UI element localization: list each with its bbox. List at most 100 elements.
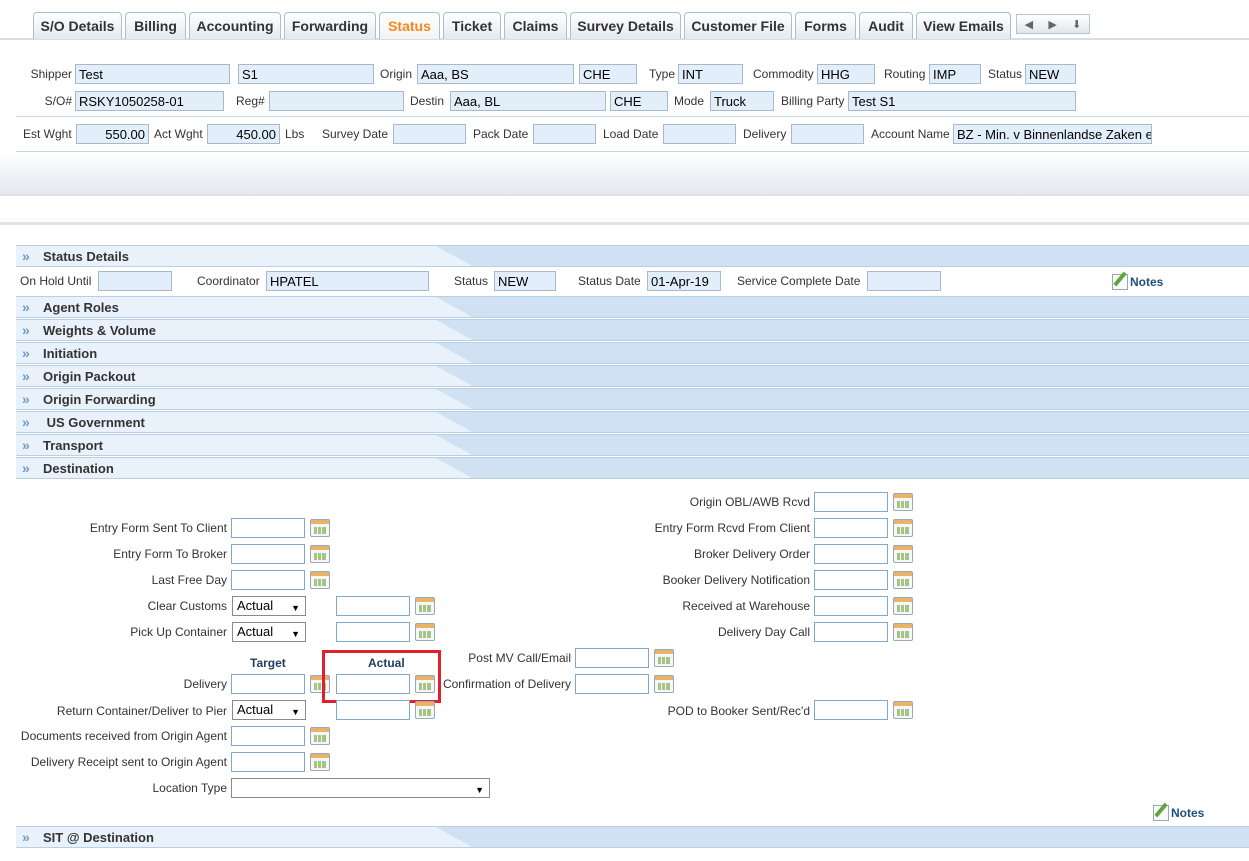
section-title: Transport — [43, 438, 103, 453]
prev-tab-icon[interactable]: ◀ — [1025, 18, 1033, 31]
status-detail-field[interactable]: NEW — [494, 271, 556, 291]
entry-form-broker-input[interactable] — [231, 544, 305, 564]
section-us-government[interactable]: » US Government — [16, 411, 1249, 433]
tab-ticket[interactable]: Ticket — [443, 12, 501, 39]
calendar-icon[interactable] — [310, 727, 330, 745]
post-mv-call-input[interactable] — [575, 648, 649, 668]
calendar-icon[interactable] — [893, 597, 913, 615]
section-sit-destination[interactable]: » SIT @ Destination — [16, 826, 1249, 848]
calendar-icon[interactable] — [415, 623, 435, 641]
entry-form-sent-input[interactable] — [231, 518, 305, 538]
docs-received-input[interactable] — [231, 726, 305, 746]
return-container-select[interactable]: Actual ▼ — [232, 700, 306, 720]
post-mv-call-label: Post MV Call/Email — [468, 651, 571, 665]
return-container-label: Return Container/Deliver to Pier — [56, 704, 227, 718]
tab-billing[interactable]: Billing — [125, 12, 186, 39]
billing-party-field: Test S1 — [848, 91, 1076, 111]
calendar-icon[interactable] — [310, 545, 330, 563]
tab-so-details[interactable]: S/O Details — [33, 12, 122, 39]
tab-accounting[interactable]: Accounting — [189, 12, 281, 39]
chevron-expand-icon: » — [22, 829, 30, 845]
survey-date-label: Survey Date — [322, 127, 389, 141]
dropdown-arrow-icon: ▼ — [291, 707, 300, 717]
calendar-icon[interactable] — [893, 545, 913, 563]
section-weights-volume[interactable]: » Weights & Volume — [16, 319, 1249, 341]
tab-view-emails[interactable]: View Emails — [916, 12, 1011, 39]
coordinator-label: Coordinator — [197, 274, 260, 288]
calendar-icon[interactable] — [310, 753, 330, 771]
delivery-target-input[interactable] — [231, 674, 305, 694]
calendar-icon[interactable] — [415, 701, 435, 719]
calendar-icon[interactable] — [310, 519, 330, 537]
pick-up-container-select[interactable]: Actual ▼ — [232, 622, 306, 642]
load-date-field — [663, 124, 736, 144]
entry-form-rcvd-input[interactable] — [814, 518, 888, 538]
status-detail-label: Status — [454, 274, 489, 288]
clear-customs-select[interactable]: Actual ▼ — [232, 596, 306, 616]
booker-delivery-notification-input[interactable] — [814, 570, 888, 590]
tab-audit[interactable]: Audit — [859, 12, 913, 39]
pick-up-container-input[interactable] — [336, 622, 410, 642]
calendar-icon[interactable] — [654, 675, 674, 693]
clear-customs-label: Clear Customs — [147, 599, 227, 613]
entry-form-rcvd-label: Entry Form Rcvd From Client — [654, 521, 810, 535]
chevron-expand-icon: » — [22, 368, 30, 384]
delivery-date-field — [791, 124, 864, 144]
delivery-day-call-input[interactable] — [814, 622, 888, 642]
calendar-icon[interactable] — [415, 597, 435, 615]
tab-forwarding[interactable]: Forwarding — [284, 12, 376, 39]
notes-link[interactable]: Notes — [1112, 274, 1163, 290]
section-origin-forwarding[interactable]: » Origin Forwarding — [16, 388, 1249, 410]
location-type-select[interactable]: ▼ — [231, 778, 490, 798]
origin-obl-label: Origin OBL/AWB Rcvd — [689, 495, 810, 509]
section-transport[interactable]: » Transport — [16, 434, 1249, 456]
delivery-receipt-input[interactable] — [231, 752, 305, 772]
section-title: Agent Roles — [43, 300, 119, 315]
calendar-icon[interactable] — [310, 571, 330, 589]
docs-received-label: Documents received from Origin Agent — [20, 729, 227, 743]
type-label: Type — [649, 67, 676, 81]
broker-delivery-order-input[interactable] — [814, 544, 888, 564]
next-tab-icon[interactable]: ▶ — [1048, 18, 1056, 31]
destination-notes-link[interactable]: Notes — [1153, 805, 1204, 821]
received-warehouse-input[interactable] — [814, 596, 888, 616]
on-hold-field[interactable] — [98, 271, 172, 291]
section-title: Initiation — [43, 346, 98, 361]
confirmation-delivery-input[interactable] — [575, 674, 649, 694]
calendar-icon[interactable] — [893, 519, 913, 537]
reg-label: Reg# — [236, 94, 265, 108]
tab-survey-details[interactable]: Survey Details — [570, 12, 681, 39]
delivery-label: Delivery — [743, 127, 787, 141]
calendar-icon[interactable] — [654, 649, 674, 667]
last-free-day-input[interactable] — [231, 570, 305, 590]
tab-status[interactable]: Status — [379, 12, 440, 39]
section-agent-roles[interactable]: » Agent Roles — [16, 296, 1249, 318]
return-container-input[interactable] — [336, 700, 410, 720]
tab-scroll-controls: ◀ ▶ ⬇ — [1016, 14, 1090, 34]
section-origin-packout[interactable]: » Origin Packout — [16, 365, 1249, 387]
calendar-icon[interactable] — [893, 571, 913, 589]
status-date-field[interactable]: 01-Apr-19 — [647, 271, 721, 291]
origin-label: Origin — [380, 67, 413, 81]
coordinator-field[interactable]: HPATEL — [266, 271, 429, 291]
service-complete-field[interactable] — [867, 271, 941, 291]
calendar-icon[interactable] — [893, 623, 913, 641]
tab-claims[interactable]: Claims — [504, 12, 567, 39]
delivery-receipt-label: Delivery Receipt sent to Origin Agent — [30, 755, 227, 769]
routing-label: Routing — [884, 67, 926, 81]
calendar-icon[interactable] — [893, 493, 913, 511]
section-initiation[interactable]: » Initiation — [16, 342, 1249, 364]
section-title: Weights & Volume — [43, 323, 156, 338]
tab-forms[interactable]: Forms — [795, 12, 856, 39]
calendar-icon[interactable] — [893, 701, 913, 719]
download-icon[interactable]: ⬇ — [1072, 18, 1081, 31]
pod-booker-input[interactable] — [814, 700, 888, 720]
tab-customer-file[interactable]: Customer File — [684, 12, 792, 39]
section-destination[interactable]: » Destination — [16, 457, 1249, 479]
status-label: Status — [988, 67, 1023, 81]
clear-customs-input[interactable] — [336, 596, 410, 616]
notes-icon — [1153, 805, 1169, 821]
section-status-details[interactable]: » Status Details — [16, 245, 1249, 267]
notes-icon — [1112, 274, 1128, 290]
origin-obl-input[interactable] — [814, 492, 888, 512]
